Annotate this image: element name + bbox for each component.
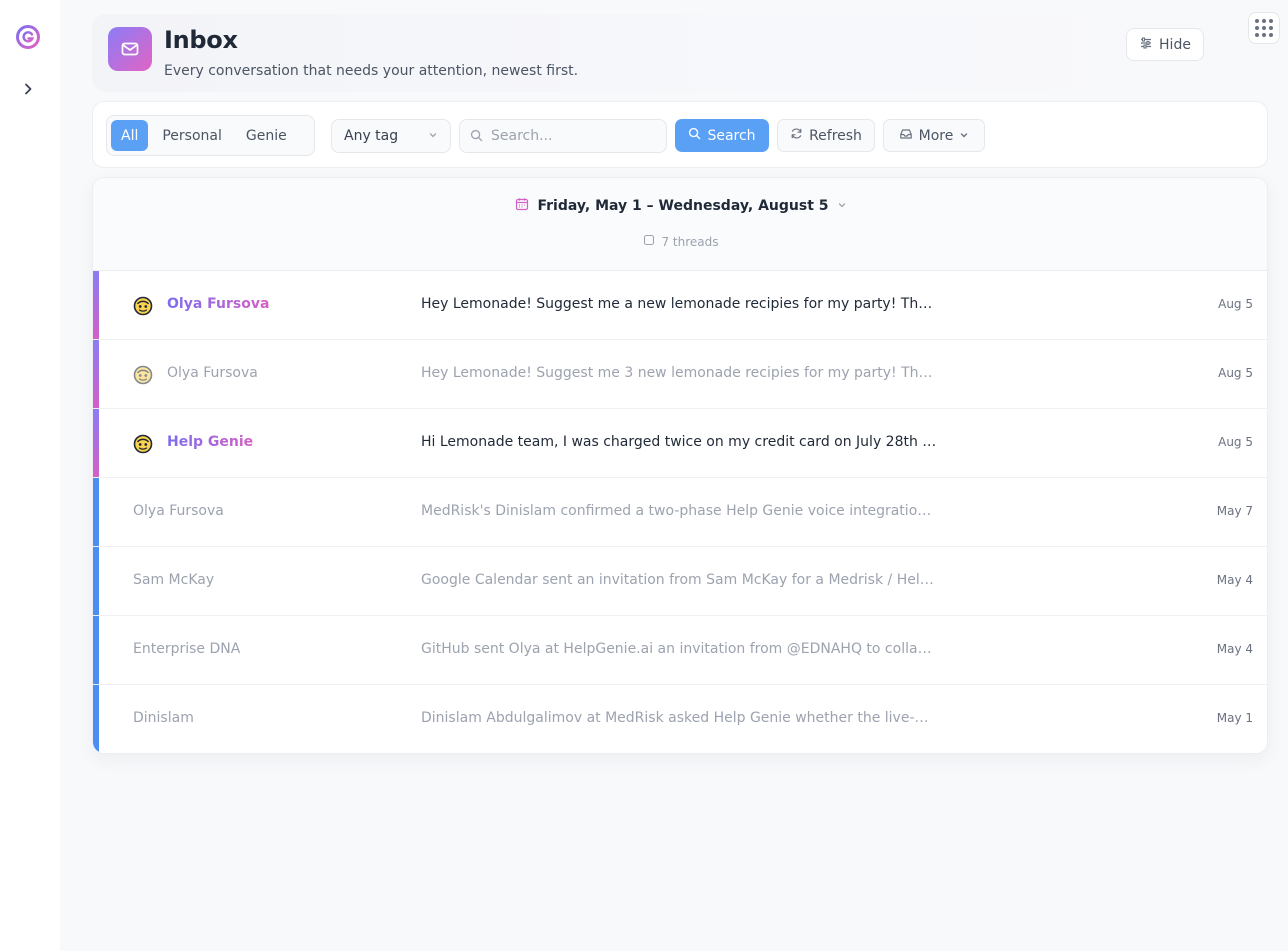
thread-row[interactable]: Dinislam Dinislam Abdulgalimov at MedRisk… [93,685,1267,753]
toolbar: All Personal Genie Any tag Search Refres… [92,101,1268,168]
thread-sender: Help Genie [167,434,254,450]
chevron-down-icon [428,128,438,144]
thread-status-bar [93,547,99,615]
thread-status-bar [93,340,99,408]
thread-rows: Olya Fursova Hey Lemonade! Suggest me a n… [93,271,1267,753]
thread-subject: Hey Lemonade! Suggest me 3 new lemonade … [421,365,937,381]
search-field [459,119,667,153]
page-subtitle: Every conversation that needs your atten… [164,63,579,79]
search-button-label: Search [707,127,756,144]
thread-list: Friday, May 1 – Wednesday, August 5 7 th… [92,177,1268,754]
thread-date: May 4 [1216,573,1253,587]
thread-sender: Olya Fursova [167,365,258,381]
genie-logo-icon[interactable] [16,25,40,49]
thread-sender: Olya Fursova [167,296,270,312]
thread-count-label: 7 threads [661,234,719,249]
thread-status-bar [93,409,99,477]
thread-count-icon [643,234,655,249]
thread-row[interactable]: Olya Fursova Hey Lemonade! Suggest me a n… [93,271,1267,340]
thread-subject: Dinislam Abdulgalimov at MedRisk asked H… [421,710,937,726]
thread-sender: Sam McKay [133,572,215,588]
thread-subject: Hey Lemonade! Suggest me a new lemonade … [421,296,933,312]
left-rail [0,0,60,951]
thread-subject: Google Calendar sent an invitation from … [421,572,934,588]
thread-sender: Dinislam [133,710,194,726]
genie-avatar-icon [133,365,153,385]
thread-status-bar [93,478,99,546]
sliders-icon [1139,36,1153,54]
mail-icon [108,27,152,71]
genie-avatar-icon [133,296,153,316]
hide-button[interactable]: Hide [1126,28,1204,61]
search-icon [470,127,483,146]
chevron-down-icon [959,128,969,144]
genie-avatar-icon [133,434,153,454]
calendar-icon [515,197,529,215]
thread-row[interactable]: Help Genie Hi Lemonade team, I was charge… [93,409,1267,478]
thread-date: Aug 5 [1218,435,1253,449]
chevron-right-icon[interactable] [18,79,38,99]
thread-date: Aug 5 [1218,366,1253,380]
refresh-button[interactable]: Refresh [777,119,875,152]
filter-segment: All Personal Genie [106,115,315,156]
thread-status-bar [93,685,99,753]
refresh-button-label: Refresh [809,127,862,144]
tag-select[interactable]: Any tag [331,119,451,153]
date-range-label: Friday, May 1 – Wednesday, August 5 [537,198,829,214]
thread-status-bar [93,616,99,684]
thread-subject: Hi Lemonade team, I was charged twice on… [421,434,937,450]
search-input[interactable] [491,128,651,144]
thread-subject: MedRisk's Dinislam confirmed a two-phase… [421,503,937,519]
thread-subject: GitHub sent Olya at HelpGenie.ai an invi… [421,641,937,657]
search-icon [688,127,701,144]
thread-date: May 4 [1216,642,1253,656]
refresh-icon [790,127,803,144]
filter-personal[interactable]: Personal [152,120,232,151]
chevron-down-icon [837,198,847,214]
page-title: Inbox [164,26,238,54]
thread-status-bar [93,271,99,339]
hide-label: Hide [1159,36,1191,53]
inbox-tray-icon [899,127,913,145]
thread-date: May 1 [1216,711,1253,725]
more-button-label: More [918,127,954,144]
thread-list-header: Friday, May 1 – Wednesday, August 5 7 th… [93,178,1267,271]
thread-sender: Enterprise DNA [133,641,241,657]
thread-date: Aug 5 [1218,297,1253,311]
search-button[interactable]: Search [675,119,769,152]
thread-row[interactable]: Sam McKay Google Calendar sent an invitat… [93,547,1267,616]
tag-select-value: Any tag [344,128,399,144]
thread-row[interactable]: Enterprise DNA GitHub sent Olya at HelpGe… [93,616,1267,685]
more-button[interactable]: More [883,119,985,152]
thread-sender: Olya Fursova [133,503,224,519]
thread-row[interactable]: Olya Fursova Hey Lemonade! Suggest me 3 n… [93,340,1267,409]
page-header: Inbox Every conversation that needs your… [92,14,1268,92]
filter-genie[interactable]: Genie [236,120,297,151]
thread-count: 7 threads [93,234,1267,249]
thread-row[interactable]: Olya Fursova MedRisk's Dinislam confirmed… [93,478,1267,547]
filter-all[interactable]: All [111,120,149,151]
grid-dots-icon[interactable] [1248,12,1280,44]
date-range-picker[interactable]: Friday, May 1 – Wednesday, August 5 [93,197,1267,215]
thread-date: May 7 [1216,504,1253,518]
